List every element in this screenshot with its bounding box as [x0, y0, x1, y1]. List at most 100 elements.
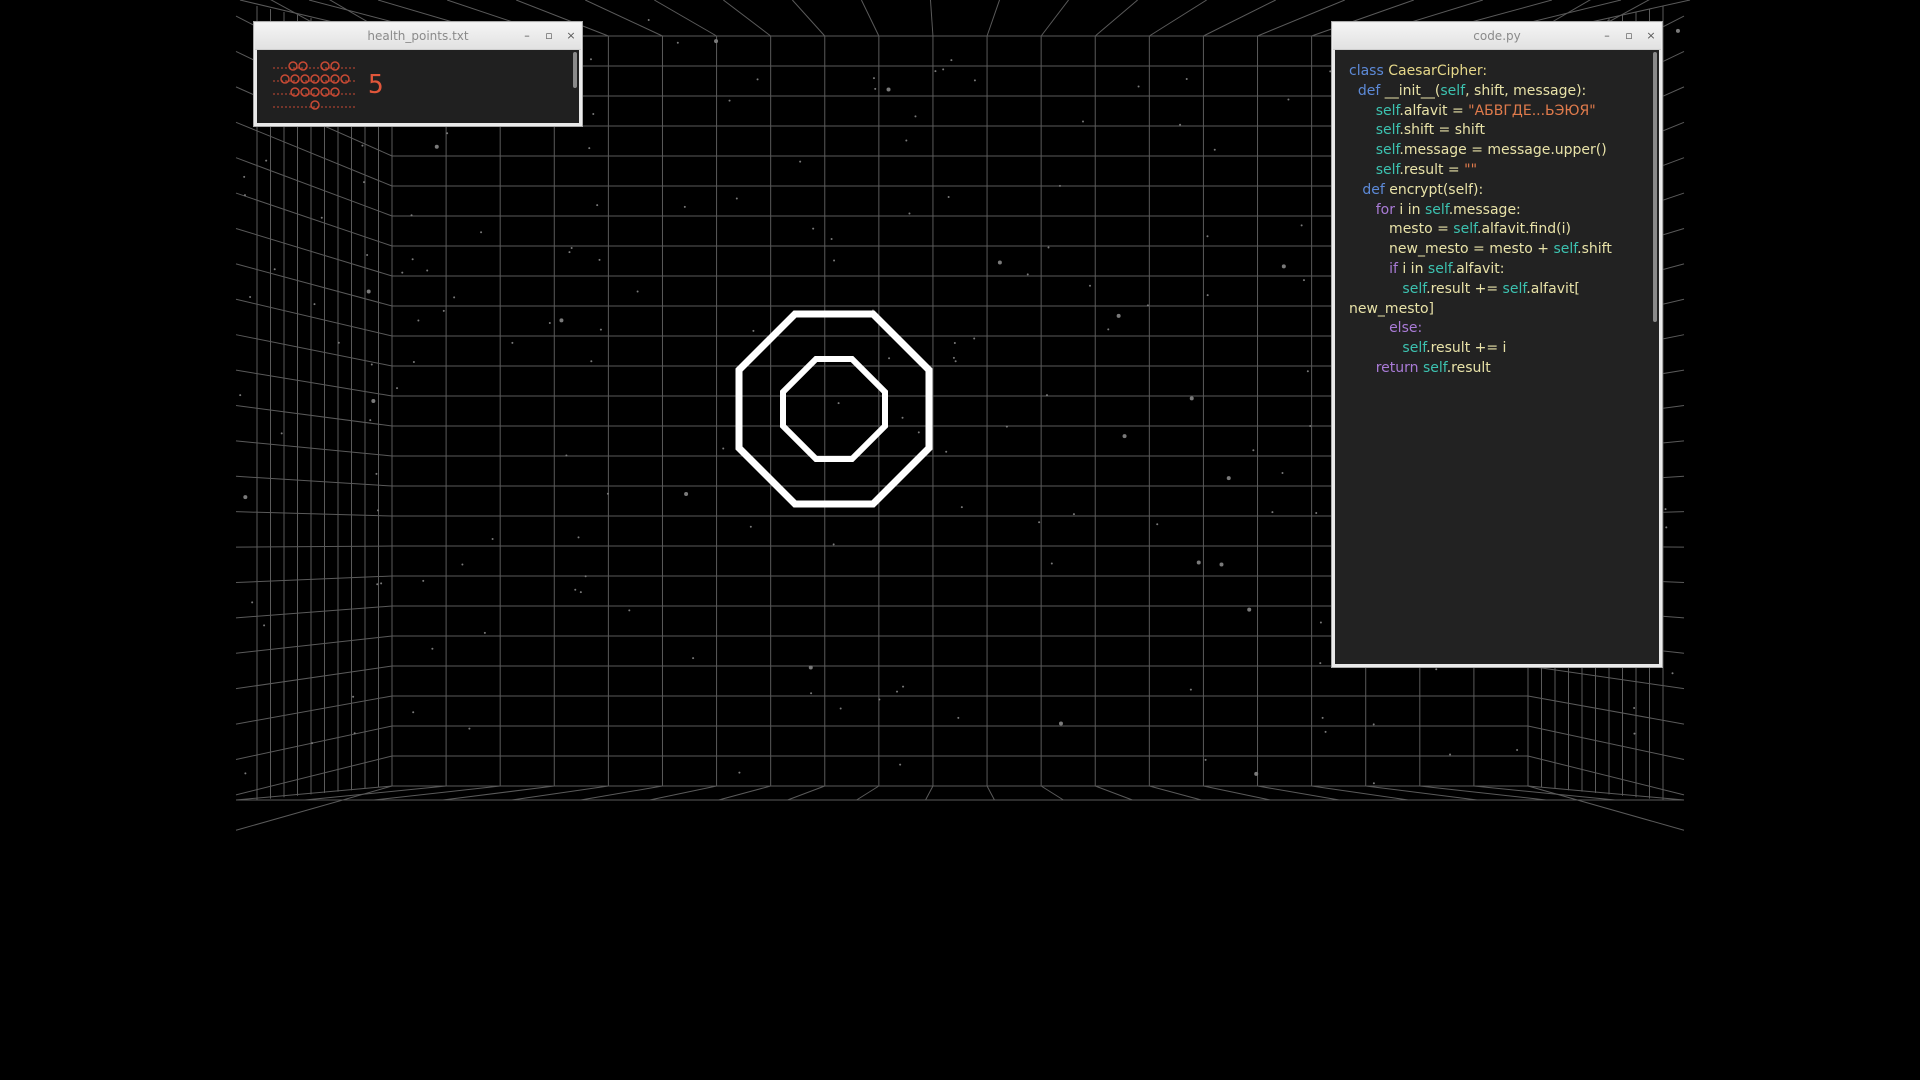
close-icon[interactable]: × [565, 30, 577, 42]
star [1196, 560, 1201, 565]
star [584, 575, 587, 578]
star [366, 254, 369, 257]
close-icon[interactable]: × [1645, 30, 1657, 42]
star [320, 216, 323, 219]
star [353, 732, 356, 735]
code-token: self [1440, 82, 1466, 99]
window-titlebar[interactable]: code.py – ▫ × [1333, 23, 1661, 50]
grid-line [1094, 0, 1138, 37]
grid-line [1527, 665, 1685, 690]
star [878, 698, 881, 701]
star [808, 665, 813, 670]
grid-line [235, 755, 393, 796]
grid-line [856, 785, 880, 801]
star [914, 115, 917, 118]
code-editor-window[interactable]: code.py – ▫ × class CaesarCipher: def __… [1332, 22, 1662, 667]
star [1058, 184, 1061, 187]
star [1005, 425, 1008, 428]
star [480, 231, 483, 234]
grid-line [235, 334, 393, 367]
window-content: class CaesarCipher: def __init__(self, s… [1333, 50, 1661, 666]
star [799, 160, 802, 163]
code-token: return [1375, 359, 1423, 376]
code-token: self [1402, 280, 1427, 297]
window-titlebar[interactable]: health_points.txt – ▫ × [255, 23, 581, 50]
grid-line [1095, 785, 1133, 801]
star [830, 238, 833, 241]
code-token: i in [1394, 201, 1425, 218]
grid-line [1527, 725, 1685, 760]
code-text[interactable]: class CaesarCipher: def __init__(self, s… [1349, 62, 1612, 379]
star [1072, 513, 1075, 516]
scrollbar[interactable] [1653, 52, 1657, 322]
maximize-icon[interactable]: ▫ [1623, 30, 1635, 42]
star [1324, 730, 1327, 733]
star [251, 601, 254, 604]
star [411, 258, 414, 261]
grid-line [235, 665, 393, 690]
code-token: new_mesto] [1349, 300, 1434, 317]
code-line: mesto = self.alfavit.find(i) [1349, 220, 1612, 240]
scrollbar[interactable] [573, 52, 577, 88]
star [401, 271, 404, 274]
star [728, 99, 731, 102]
minimize-icon[interactable]: – [521, 30, 533, 42]
grid-line [654, 0, 717, 37]
star [1179, 123, 1182, 126]
code-token: , shift, message): [1465, 82, 1587, 99]
grid-line [235, 121, 393, 187]
star [565, 454, 568, 457]
star [1156, 523, 1159, 526]
star [422, 579, 425, 582]
code-token: self [1453, 221, 1478, 238]
code-token: "" [1464, 161, 1478, 178]
star [417, 319, 420, 322]
grid-line [1527, 695, 1685, 725]
star [997, 260, 1002, 265]
star [947, 196, 950, 199]
code-token: def [1349, 181, 1390, 198]
star [1321, 716, 1324, 719]
octagon-ring-icon[interactable] [735, 310, 933, 508]
star [577, 536, 580, 539]
grid-line [1040, 0, 1069, 37]
star [1664, 508, 1667, 511]
code-line: self.message = message.upper() [1349, 141, 1612, 161]
code-token: .alfavit.find(i) [1477, 221, 1571, 238]
star [483, 631, 486, 634]
code-token: .message = message.upper() [1399, 142, 1607, 159]
star [263, 624, 266, 627]
grid-line [718, 785, 771, 801]
code-token: self [1427, 260, 1452, 277]
grid-line [1149, 785, 1202, 801]
star [265, 159, 268, 162]
star [749, 525, 752, 528]
code-line: new_mesto] [1349, 300, 1612, 320]
minimize-icon[interactable]: – [1601, 30, 1613, 42]
star [714, 39, 719, 44]
star [377, 509, 380, 512]
code-token: .shift [1577, 241, 1612, 258]
star [598, 258, 601, 261]
code-token: self [1424, 201, 1449, 218]
code-token: .alfavit: [1451, 260, 1505, 277]
star [596, 204, 599, 207]
star [886, 87, 891, 92]
health-points-window[interactable]: health_points.txt – ▫ × 5 [254, 22, 582, 126]
star [1204, 758, 1207, 761]
code-token: else: [1389, 320, 1423, 337]
star [1219, 562, 1224, 567]
grid-line [1365, 785, 1478, 801]
maximize-icon[interactable]: ▫ [543, 30, 555, 42]
star [280, 432, 283, 435]
grid-line [1149, 0, 1207, 37]
code-token: for [1375, 201, 1395, 218]
star [636, 290, 639, 293]
star [1050, 562, 1053, 565]
star [832, 543, 835, 546]
star [1300, 224, 1303, 227]
grid-line [235, 440, 393, 457]
